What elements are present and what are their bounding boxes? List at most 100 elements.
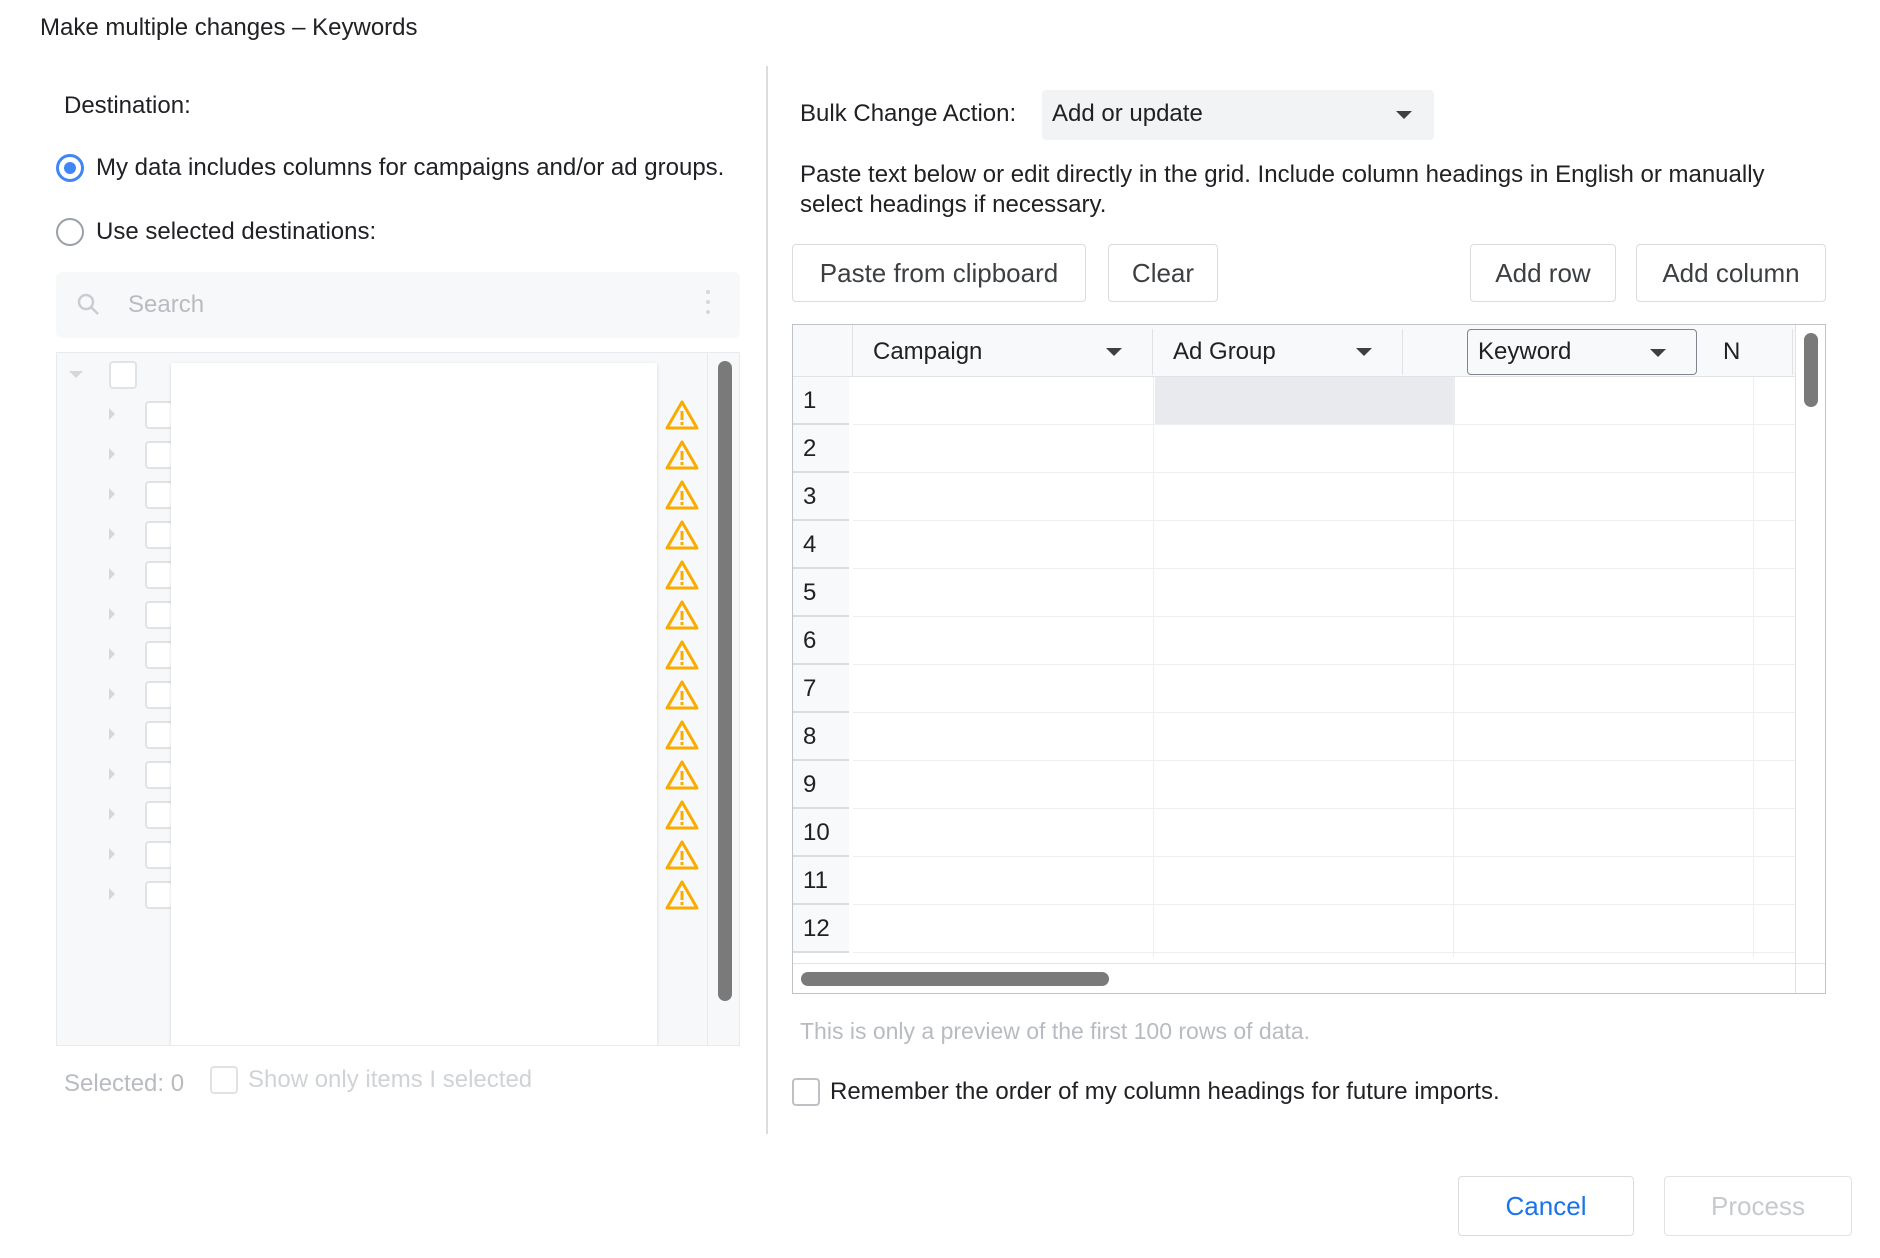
warning-icon — [665, 640, 699, 670]
column-header-next[interactable]: N — [1703, 329, 1793, 375]
grid-cell-selected[interactable] — [1155, 377, 1455, 425]
dropdown-arrow-icon[interactable] — [1650, 349, 1666, 357]
expand-caret-icon[interactable] — [109, 888, 115, 900]
grid-horizontal-scrollbar[interactable] — [793, 963, 1797, 993]
paste-from-clipboard-button[interactable]: Paste from clipboard — [792, 244, 1086, 302]
tree-row-checkbox[interactable] — [145, 881, 173, 909]
tree-scrollbar[interactable] — [707, 353, 739, 1045]
tree-row-checkbox[interactable] — [145, 761, 173, 789]
row-number: 8 — [793, 713, 849, 761]
warning-icon — [665, 400, 699, 430]
bulk-change-select[interactable]: Add or update — [1042, 90, 1434, 140]
grid-row-divider — [853, 856, 1795, 857]
tree-row-checkbox[interactable] — [145, 601, 173, 629]
checkbox-icon[interactable] — [792, 1078, 820, 1106]
checkbox-icon[interactable] — [210, 1066, 238, 1094]
column-header-campaign[interactable]: Campaign — [853, 329, 1153, 375]
clear-button[interactable]: Clear — [1108, 244, 1218, 302]
expand-caret-icon[interactable] — [109, 768, 115, 780]
expand-caret-icon[interactable] — [109, 848, 115, 860]
grid-vertical-scrollbar-thumb[interactable] — [1804, 333, 1818, 407]
column-header-label: Keyword — [1478, 338, 1572, 365]
expand-caret-icon[interactable] — [109, 408, 115, 420]
preview-note: This is only a preview of the first 100 … — [800, 1018, 1311, 1044]
expand-caret-icon[interactable] — [109, 688, 115, 700]
tree-row-checkbox[interactable] — [145, 481, 173, 509]
dropdown-arrow-icon[interactable] — [1356, 348, 1372, 356]
grid-header: Campaign Ad Group Keyword N — [793, 325, 1825, 377]
expand-caret-icon[interactable] — [109, 608, 115, 620]
warning-icon — [665, 480, 699, 510]
panel-divider — [766, 66, 768, 1134]
grid-scroll-corner — [1795, 963, 1825, 993]
tree-row-checkbox[interactable] — [145, 441, 173, 469]
destination-label: Destination: — [64, 92, 191, 119]
row-number: 7 — [793, 665, 849, 713]
tree-row-checkbox[interactable] — [145, 801, 173, 829]
tree-row-checkbox[interactable] — [145, 641, 173, 669]
show-only-selected-checkbox[interactable]: Show only items I selected — [210, 1066, 532, 1094]
search-input[interactable]: Search — [128, 291, 204, 319]
grid-row-divider — [853, 472, 1795, 473]
expand-all-caret-icon[interactable] — [69, 371, 83, 378]
column-header-ad-group[interactable]: Ad Group — [1153, 329, 1403, 375]
column-header-keyword[interactable]: Keyword — [1467, 329, 1697, 375]
radio-label: Use selected destinations: — [96, 218, 377, 245]
radio-label: My data includes columns for campaigns a… — [96, 154, 725, 181]
radio-unchecked-icon[interactable] — [56, 218, 84, 246]
warning-icon — [665, 800, 699, 830]
add-column-button[interactable]: Add column — [1636, 244, 1826, 302]
row-number: 11 — [793, 857, 849, 905]
tree-row-checkbox[interactable] — [145, 521, 173, 549]
grid-col-divider — [1753, 377, 1754, 957]
grid-row-divider — [853, 424, 1795, 425]
tree-row-checkbox[interactable] — [145, 721, 173, 749]
expand-caret-icon[interactable] — [109, 568, 115, 580]
grid-corner — [793, 325, 853, 377]
cancel-button[interactable]: Cancel — [1458, 1176, 1634, 1236]
select-all-checkbox[interactable] — [109, 361, 137, 389]
more-vert-icon[interactable] — [706, 290, 710, 320]
remember-order-label: Remember the order of my column headings… — [830, 1078, 1500, 1105]
expand-caret-icon[interactable] — [109, 648, 115, 660]
warning-icon — [665, 520, 699, 550]
column-header-label: N — [1723, 338, 1741, 365]
destination-panel: Destination: My data includes columns fo… — [0, 60, 766, 1140]
expand-caret-icon[interactable] — [109, 488, 115, 500]
grid-row-divider — [853, 760, 1795, 761]
search-icon — [77, 293, 99, 315]
expand-caret-icon[interactable] — [109, 448, 115, 460]
remember-order-checkbox[interactable]: Remember the order of my column headings… — [792, 1078, 1500, 1106]
expand-caret-icon[interactable] — [109, 528, 115, 540]
selected-count: Selected: 0 — [64, 1070, 185, 1097]
row-number: 4 — [793, 521, 849, 569]
tree-row-checkbox[interactable] — [145, 561, 173, 589]
dropdown-arrow-icon[interactable] — [1106, 348, 1122, 356]
tree-row-checkbox[interactable] — [145, 681, 173, 709]
grid-horizontal-scrollbar-thumb[interactable] — [801, 972, 1109, 986]
process-button[interactable]: Process — [1664, 1176, 1852, 1236]
warning-icon — [665, 720, 699, 750]
grid-row-divider — [853, 664, 1795, 665]
tree-scrollbar-thumb[interactable] — [718, 361, 732, 1001]
row-number: 12 — [793, 905, 849, 953]
grid-col-divider — [1153, 377, 1154, 957]
show-only-label: Show only items I selected — [248, 1066, 533, 1093]
expand-caret-icon[interactable] — [109, 808, 115, 820]
warning-icon — [665, 560, 699, 590]
grid-row-divider — [853, 808, 1795, 809]
radio-checked-icon[interactable] — [56, 154, 84, 182]
bulk-change-value: Add or update — [1052, 100, 1203, 127]
destination-search[interactable]: Search — [56, 272, 740, 338]
tree-row-checkbox[interactable] — [145, 401, 173, 429]
bulk-change-label: Bulk Change Action: — [800, 100, 1017, 127]
warning-icon — [665, 680, 699, 710]
dialog-title: Make multiple changes – Keywords — [40, 14, 418, 41]
row-number: 9 — [793, 761, 849, 809]
tree-row-checkbox[interactable] — [145, 841, 173, 869]
expand-caret-icon[interactable] — [109, 728, 115, 740]
grid-vertical-scrollbar[interactable] — [1795, 325, 1825, 965]
radio-use-selected-destinations[interactable]: Use selected destinations: — [56, 218, 376, 246]
radio-data-includes-columns[interactable]: My data includes columns for campaigns a… — [56, 154, 724, 182]
add-row-button[interactable]: Add row — [1470, 244, 1616, 302]
